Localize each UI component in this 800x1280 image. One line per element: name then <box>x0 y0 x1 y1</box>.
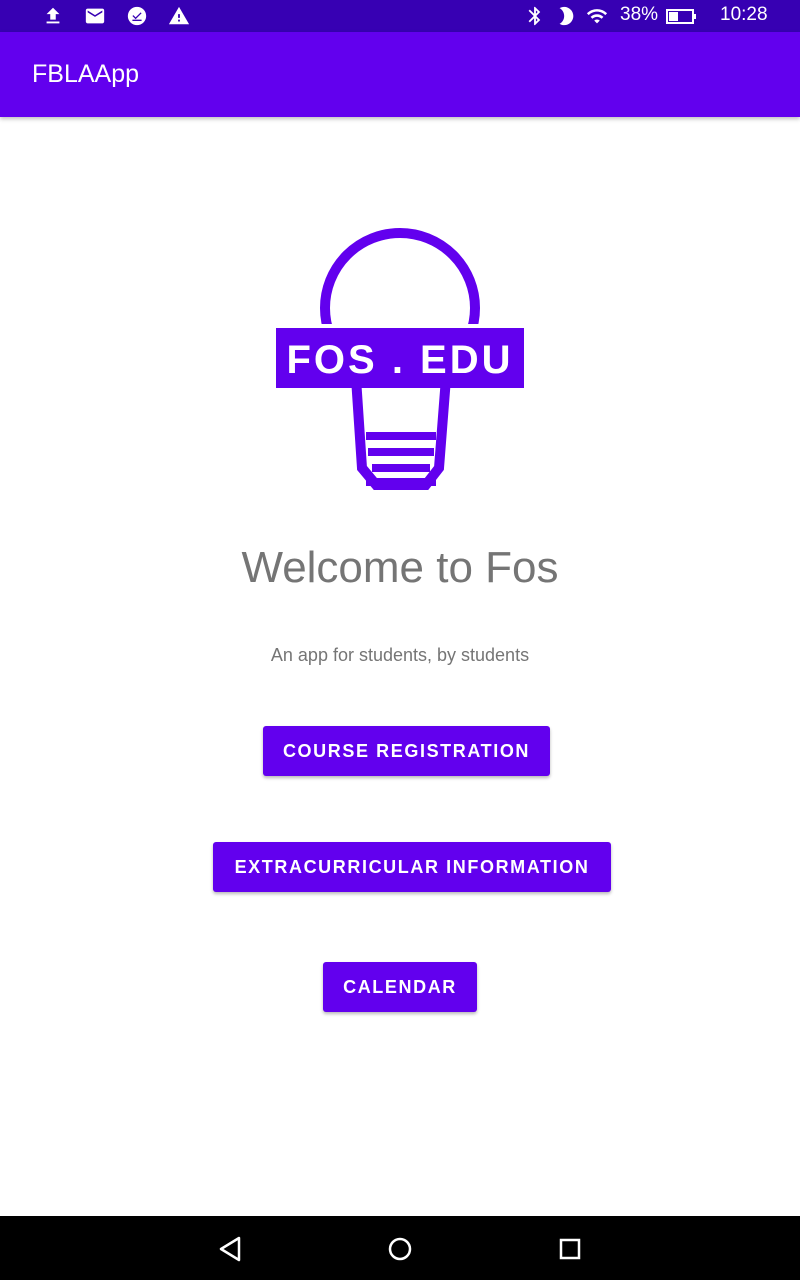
bluetooth-icon <box>528 6 541 26</box>
back-icon[interactable] <box>215 1234 245 1264</box>
download-done-icon <box>127 6 147 26</box>
calendar-button[interactable]: CALENDAR <box>323 962 477 1012</box>
battery-percent: 38% <box>620 4 659 25</box>
battery-icon <box>666 9 696 24</box>
extracurricular-information-button[interactable]: EXTRACURRICULAR INFORMATION <box>213 842 611 892</box>
upload-icon <box>46 7 60 24</box>
app-title: FBLAApp <box>32 60 140 88</box>
status-bar: 38% 10:28 <box>0 0 800 32</box>
clock: 10:28 <box>720 4 768 25</box>
welcome-subtitle: An app for students, by students <box>270 645 530 665</box>
mail-icon <box>85 8 105 24</box>
logo-text: FOS . EDU <box>286 338 513 382</box>
wifi-icon <box>586 9 608 24</box>
fos-edu-logo: FOS . EDU <box>276 228 524 490</box>
welcome-title: Welcome to Fos <box>241 543 559 592</box>
navigation-bar <box>0 1216 800 1280</box>
recents-icon[interactable] <box>555 1234 585 1264</box>
app-bar: FBLAApp <box>0 32 800 117</box>
warning-icon <box>168 6 190 25</box>
home-icon[interactable] <box>385 1234 415 1264</box>
moon-icon <box>559 6 574 26</box>
course-registration-button[interactable]: COURSE REGISTRATION <box>263 726 550 776</box>
